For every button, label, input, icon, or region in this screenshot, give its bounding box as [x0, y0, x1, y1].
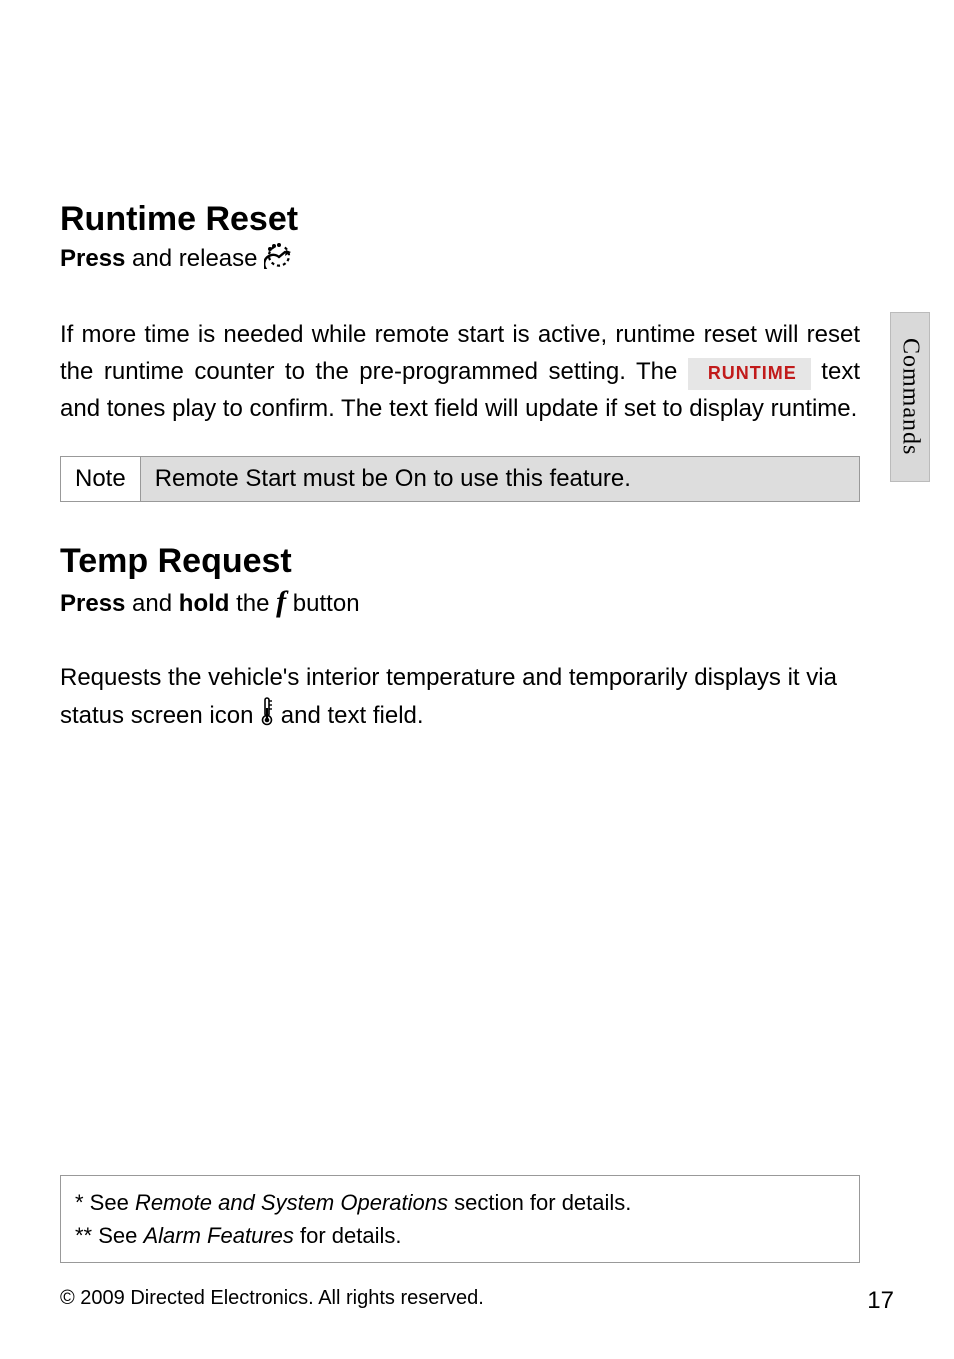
instruct-text: and release: [125, 245, 264, 272]
thermometer-icon: [260, 696, 274, 737]
para-text: and text field.: [281, 702, 424, 729]
content-area: Runtime Reset Press and release: [60, 200, 860, 737]
heading-runtime-reset: Runtime Reset: [60, 200, 860, 239]
paragraph-runtime-reset: If more time is needed while remote star…: [60, 316, 860, 428]
note-label: Note: [61, 457, 141, 501]
copyright-text: © 2009 Directed Electronics. All rights …: [60, 1287, 484, 1315]
fn-text: * See: [75, 1190, 135, 1215]
page: Commands Runtime Reset Press and release: [0, 0, 954, 1359]
note-box: Note Remote Start must be On to use this…: [60, 456, 860, 502]
footnotes-box: * See Remote and System Operations secti…: [60, 1175, 860, 1263]
press-label: Press: [60, 245, 125, 272]
fn-ref: Alarm Features: [144, 1223, 294, 1248]
fn-ref: Remote and System Operations: [135, 1190, 448, 1215]
para-text: Requests the vehicle's interior temperat…: [60, 664, 837, 729]
note-text: Remote Start must be On to use this feat…: [141, 457, 645, 501]
instruct-text: the: [229, 590, 276, 617]
page-number: 17: [867, 1287, 894, 1315]
side-tab-label: Commands: [897, 338, 924, 455]
instruction-runtime-reset: Press and release: [60, 243, 860, 276]
paragraph-temp-request: Requests the vehicle's interior temperat…: [60, 659, 860, 737]
side-tab-commands: Commands: [890, 312, 930, 482]
footnote-2: ** See Alarm Features for details.: [75, 1219, 845, 1252]
footnote-1: * See Remote and System Operations secti…: [75, 1186, 845, 1219]
instruction-temp-request: Press and hold the f button: [60, 585, 860, 619]
f-button-glyph: f: [276, 585, 286, 618]
hold-label: hold: [179, 590, 230, 617]
fn-text: section for details.: [448, 1190, 631, 1215]
heading-temp-request: Temp Request: [60, 542, 860, 581]
remote-start-icon: [264, 243, 294, 276]
page-footer: © 2009 Directed Electronics. All rights …: [60, 1287, 894, 1315]
runtime-badge: RUNTIME: [688, 358, 811, 390]
fn-text: for details.: [294, 1223, 402, 1248]
instruct-text: and: [125, 590, 178, 617]
instruct-text: button: [286, 590, 359, 617]
fn-text: ** See: [75, 1223, 144, 1248]
press-label: Press: [60, 590, 125, 617]
